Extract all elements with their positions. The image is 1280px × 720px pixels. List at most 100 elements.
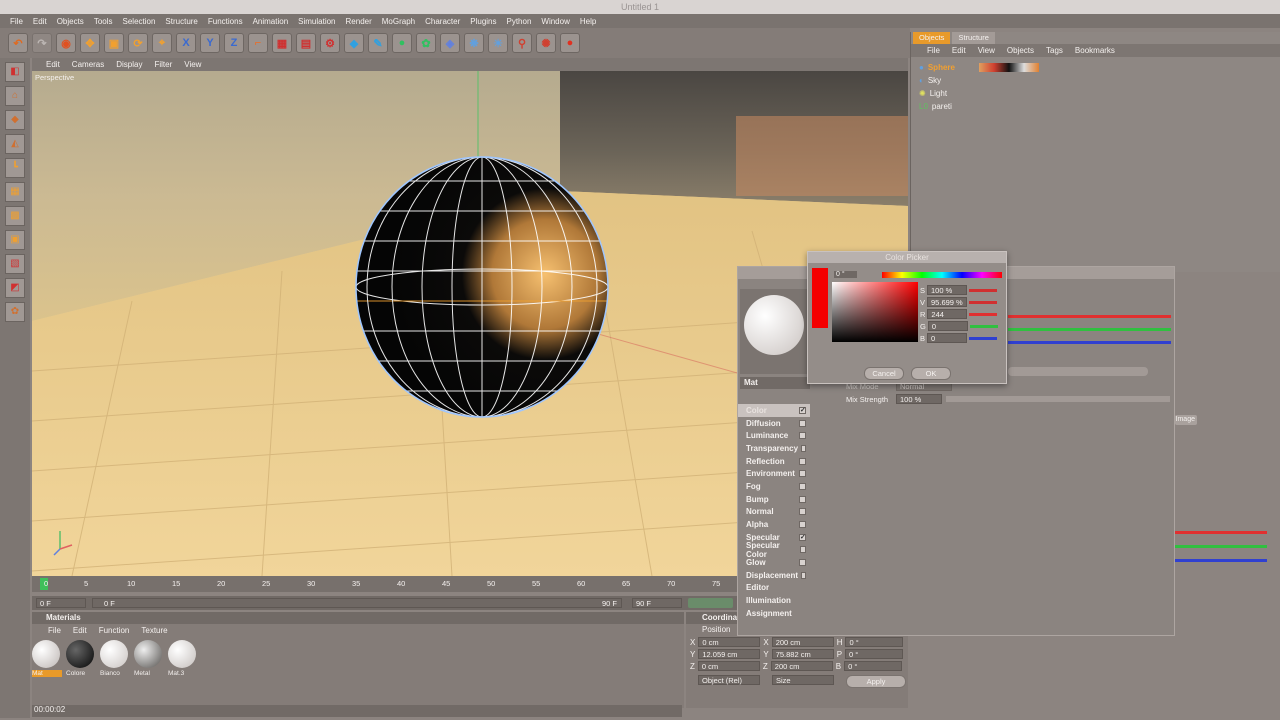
mat-menu-texture[interactable]: Texture	[141, 626, 167, 635]
menu-plugins[interactable]: Plugins	[470, 17, 496, 26]
object-mode-icon[interactable]: ◆	[5, 110, 25, 130]
z-axis-lock-icon[interactable]: Z	[224, 33, 244, 53]
texture-mode-icon[interactable]: ◭	[5, 134, 25, 154]
blue-slider-edge[interactable]	[1175, 559, 1267, 562]
mat-menu-edit[interactable]: Edit	[73, 626, 87, 635]
timeline-ruler[interactable]: 0 5 10 15 20 25 30 35 40 45 50 55 60 65 …	[32, 576, 737, 592]
green-slider-edge[interactable]	[1175, 545, 1267, 548]
menu-mograph[interactable]: MoGraph	[382, 17, 415, 26]
mix-strength-field[interactable]: 100 %	[896, 394, 942, 404]
model-mode-icon[interactable]: ⌂	[5, 86, 25, 106]
channel-transparency[interactable]: Transparency	[738, 442, 810, 455]
viewport-menu-edit[interactable]: Edit	[46, 60, 60, 69]
size-mode-dropdown[interactable]: Size	[772, 675, 834, 685]
r-slider[interactable]	[969, 312, 998, 316]
last-tool-icon[interactable]: ⌖	[152, 33, 172, 53]
rot-p-field[interactable]: 0 °	[845, 649, 904, 659]
tab-structure[interactable]: Structure	[952, 32, 995, 44]
coordinate-system-icon[interactable]: ⌐	[248, 33, 268, 53]
nurbs-icon[interactable]: ●	[392, 33, 412, 53]
channel-checkbox[interactable]	[799, 508, 806, 516]
menu-help[interactable]: Help	[580, 17, 596, 26]
material-swatch[interactable]: Colore	[66, 640, 96, 677]
menu-functions[interactable]: Functions	[208, 17, 243, 26]
mix-strength-slider[interactable]	[946, 396, 1170, 402]
menu-file[interactable]: File	[10, 17, 23, 26]
menu-character[interactable]: Character	[425, 17, 460, 26]
y-axis-lock-icon[interactable]: Y	[200, 33, 220, 53]
red-slider-edge[interactable]	[1175, 531, 1267, 534]
channel-checkbox[interactable]	[799, 470, 806, 478]
end-frame-field[interactable]: 90 F	[632, 598, 682, 608]
channel-specular-color[interactable]: Specular Color	[738, 541, 810, 559]
object-row-sky[interactable]: ◐ Sky	[911, 74, 1280, 87]
menu-python[interactable]: Python	[507, 17, 532, 26]
b-slider[interactable]	[969, 336, 998, 340]
mat-menu-function[interactable]: Function	[99, 626, 130, 635]
tweak-mode-icon[interactable]: ▧	[5, 254, 25, 274]
hue-bar[interactable]	[882, 272, 1002, 278]
size-x-field[interactable]: 200 cm	[771, 637, 834, 647]
b-field[interactable]: 0	[927, 333, 968, 343]
channel-checkbox[interactable]	[799, 432, 806, 440]
menu-tools[interactable]: Tools	[94, 17, 113, 26]
channel-diffusion[interactable]: Diffusion	[738, 417, 810, 430]
rot-h-field[interactable]: 0 °	[845, 637, 904, 647]
channel-checkbox[interactable]	[799, 559, 806, 567]
apply-button[interactable]: Apply	[846, 675, 906, 688]
channel-normal[interactable]: Normal	[738, 506, 810, 519]
menu-selection[interactable]: Selection	[123, 17, 156, 26]
channel-fog[interactable]: Fog	[738, 480, 810, 493]
x-axis-lock-icon[interactable]: X	[176, 33, 196, 53]
brightness-slider[interactable]	[1008, 367, 1148, 376]
redo-icon[interactable]: ↷	[32, 33, 52, 53]
v-field[interactable]: 95.699 %	[927, 297, 968, 307]
s-slider[interactable]	[969, 288, 998, 292]
cancel-button[interactable]: Cancel	[864, 367, 904, 380]
array-icon[interactable]: ✿	[416, 33, 436, 53]
pos-z-field[interactable]: 0 cm	[697, 661, 760, 671]
channel-checkbox[interactable]: ✓	[799, 406, 806, 414]
record-icon[interactable]: ●	[560, 33, 580, 53]
render-view-icon[interactable]: ▦	[272, 33, 292, 53]
channel-illumination[interactable]: Illumination	[738, 594, 810, 607]
move-tool-icon[interactable]: ✥	[80, 33, 100, 53]
s-field[interactable]: 100 %	[927, 285, 968, 295]
render-settings-icon[interactable]: ⚙	[320, 33, 340, 53]
viewport-menu-display[interactable]: Display	[116, 60, 142, 69]
points-mode-icon[interactable]: ▦	[5, 182, 25, 202]
frame-range-slider[interactable]: 0 F 90 F	[92, 598, 622, 608]
pos-y-field[interactable]: 12.059 cm	[698, 649, 761, 659]
channel-luminance[interactable]: Luminance	[738, 429, 810, 442]
size-z-field[interactable]: 200 cm	[770, 661, 833, 671]
channel-checkbox[interactable]	[799, 521, 806, 529]
material-tags[interactable]	[978, 63, 1039, 72]
axis-mode-icon[interactable]: ┗	[5, 158, 25, 178]
channel-checkbox[interactable]: ✓	[799, 533, 806, 541]
material-swatch[interactable]: Mat.3	[168, 640, 198, 677]
r-field[interactable]: 244	[927, 309, 968, 319]
mat-menu-file[interactable]: File	[48, 626, 61, 635]
channel-editor[interactable]: Editor	[738, 582, 810, 595]
green-slider[interactable]	[1008, 328, 1171, 331]
obj-menu-edit[interactable]: Edit	[952, 46, 966, 55]
ok-button[interactable]: OK	[911, 367, 951, 380]
deformer-icon[interactable]: ◈	[440, 33, 460, 53]
render-picture-viewer-icon[interactable]: ▤	[296, 33, 316, 53]
channel-checkbox[interactable]	[801, 571, 806, 579]
pos-x-field[interactable]: 0 cm	[698, 637, 761, 647]
obj-menu-objects[interactable]: Objects	[1007, 46, 1034, 55]
scene-objects-icon[interactable]: ❋	[464, 33, 484, 53]
menu-simulation[interactable]: Simulation	[298, 17, 335, 26]
polygons-mode-icon[interactable]: ▣	[5, 230, 25, 250]
menu-edit[interactable]: Edit	[33, 17, 47, 26]
menu-render[interactable]: Render	[346, 17, 372, 26]
obj-menu-tags[interactable]: Tags	[1046, 46, 1063, 55]
environment-icon[interactable]: ☀	[488, 33, 508, 53]
tab-objects[interactable]: Objects	[913, 32, 951, 44]
rot-b-field[interactable]: 0 °	[844, 661, 903, 671]
viewport-menu-view[interactable]: View	[184, 60, 201, 69]
menu-objects[interactable]: Objects	[57, 17, 84, 26]
spline-pen-icon[interactable]: ✎	[368, 33, 388, 53]
size-y-field[interactable]: 75.882 cm	[771, 649, 834, 659]
